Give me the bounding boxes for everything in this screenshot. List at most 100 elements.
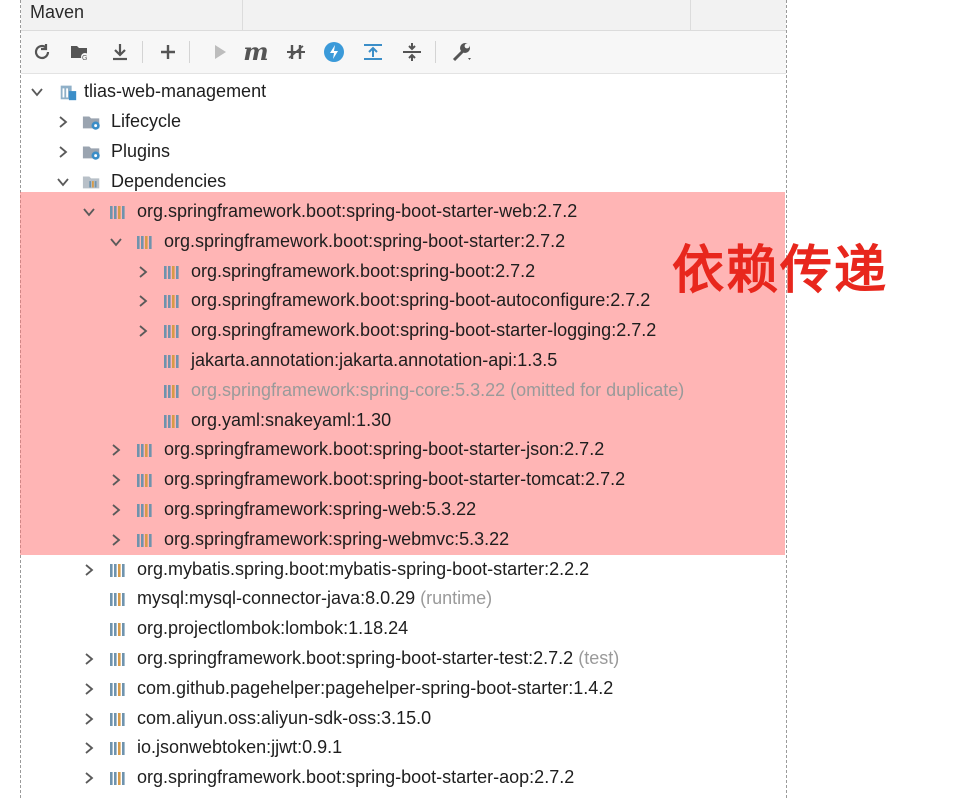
library-icon [108, 649, 128, 669]
dependency-item[interactable]: org.springframework.boot:spring-boot-sta… [0, 197, 765, 227]
dependency-item[interactable]: org.yaml:snakeyaml:1.30 [0, 406, 765, 436]
tree-item-plugins[interactable]: Plugins [0, 137, 765, 167]
chevron-down-icon[interactable] [56, 175, 70, 189]
chevron-right-icon[interactable] [56, 115, 70, 129]
maven-project-icon [58, 82, 78, 102]
chevron-right-icon[interactable] [109, 533, 123, 547]
tree-item-lifecycle[interactable]: Lifecycle [0, 107, 765, 137]
chevron-right-icon[interactable] [109, 473, 123, 487]
chevron-right-icon[interactable] [82, 652, 96, 666]
tree-item-label: tlias-web-management [84, 81, 267, 101]
scope-tag: (omitted for duplicate) [505, 380, 685, 400]
folder-icon[interactable]: G [67, 39, 93, 65]
chevron-down-icon[interactable] [30, 85, 44, 99]
dependency-item[interactable]: org.springframework.boot:spring-boot:2.7… [0, 257, 765, 287]
library-icon [108, 560, 128, 580]
toolbar-separator [189, 41, 190, 63]
library-icon [135, 470, 155, 490]
scope-tag: (test) [573, 648, 620, 668]
dependency-item[interactable]: org.springframework.boot:spring-boot-sta… [0, 644, 765, 674]
dependency-item[interactable]: org.springframework.boot:spring-boot-sta… [0, 763, 765, 793]
tree-item-label: Lifecycle [111, 111, 182, 131]
tree-item-label: mysql:mysql-connector-java:8.0.29 (runti… [137, 588, 493, 608]
tree-item-root[interactable]: tlias-web-management [0, 77, 765, 107]
tree-item-label: com.github.pagehelper:pagehelper-spring-… [137, 678, 614, 698]
chevron-right-icon[interactable] [56, 145, 70, 159]
maven-icon[interactable]: m [243, 39, 269, 65]
dependency-item[interactable]: org.springframework.boot:spring-boot-sta… [0, 435, 765, 465]
library-icon [162, 291, 182, 311]
library-icon [108, 679, 128, 699]
header-divider [690, 0, 691, 30]
run-icon[interactable] [207, 39, 233, 65]
dependency-item[interactable]: org.springframework.boot:spring-boot-aut… [0, 286, 765, 316]
dependency-item[interactable]: io.jsonwebtoken:jjwt:0.9.1 [0, 733, 765, 763]
tree-item-label: Dependencies [111, 171, 227, 191]
dependency-item[interactable]: com.github.pagehelper:pagehelper-spring-… [0, 674, 765, 704]
dependency-item[interactable]: jakarta.annotation:jakarta.annotation-ap… [0, 346, 765, 376]
tree-item-label: org.yaml:snakeyaml:1.30 [191, 410, 392, 430]
tree-item-label: org.springframework.boot:spring-boot:2.7… [191, 261, 536, 281]
dependency-item[interactable]: org.mybatis.spring.boot:mybatis-spring-b… [0, 555, 765, 585]
dependencies-icon [82, 172, 102, 192]
maven-toolbar: G m [21, 31, 786, 74]
dependency-item[interactable]: org.springframework.boot:spring-boot-sta… [0, 465, 765, 495]
library-icon [135, 500, 155, 520]
chevron-down-icon[interactable] [82, 205, 96, 219]
scope-tag: (runtime) [415, 588, 493, 608]
tree-item-label: org.springframework:spring-webmvc:5.3.22 [164, 529, 510, 549]
collapse-all-icon[interactable] [399, 39, 425, 65]
dependency-item[interactable]: org.springframework:spring-core:5.3.22 (… [0, 376, 765, 406]
library-icon [135, 232, 155, 252]
tree-item-label: com.aliyun.oss:aliyun-sdk-oss:3.15.0 [137, 708, 432, 728]
chevron-right-icon[interactable] [82, 563, 96, 577]
dependency-item[interactable]: org.projectlombok:lombok:1.18.24 [0, 614, 765, 644]
chevron-right-icon[interactable] [136, 294, 150, 308]
library-icon [162, 351, 182, 371]
library-icon [162, 381, 182, 401]
dependency-item[interactable]: org.springframework:spring-webmvc:5.3.22 [0, 525, 765, 555]
chevron-right-icon[interactable] [109, 503, 123, 517]
dependency-item[interactable]: mysql:mysql-connector-java:8.0.29 (runti… [0, 584, 765, 614]
tree-item-label: org.springframework.boot:spring-boot-sta… [137, 648, 620, 668]
chevron-right-icon[interactable] [82, 741, 96, 755]
tree-item-label: org.mybatis.spring.boot:mybatis-spring-b… [137, 559, 590, 579]
tree-item-label: org.springframework:spring-core:5.3.22 (… [191, 380, 685, 400]
lifecycle-icon [82, 112, 102, 132]
library-icon [162, 411, 182, 431]
library-icon [135, 530, 155, 550]
dependency-item[interactable]: org.springframework.boot:spring-boot-sta… [0, 316, 765, 346]
library-icon [108, 709, 128, 729]
settings-icon[interactable] [449, 39, 475, 65]
tree-item-label: org.springframework.boot:spring-boot-aut… [191, 290, 651, 310]
library-icon [108, 738, 128, 758]
maven-goal-label: m [243, 37, 269, 66]
tree-item-label: org.projectlombok:lombok:1.18.24 [137, 618, 409, 638]
svg-text:G: G [82, 55, 87, 62]
annotation-stamp: 依赖传递 [672, 241, 889, 301]
tree-item-dependencies[interactable]: Dependencies [0, 167, 765, 197]
library-icon [162, 262, 182, 282]
dependency-item[interactable]: org.springframework:spring-web:5.3.22 [0, 495, 765, 525]
library-icon [108, 619, 128, 639]
download-icon[interactable] [107, 39, 133, 65]
tree-item-label: io.jsonwebtoken:jjwt:0.9.1 [137, 737, 343, 757]
add-icon[interactable] [155, 39, 181, 65]
refresh-icon[interactable] [29, 39, 55, 65]
expand-all-icon[interactable] [360, 39, 386, 65]
library-icon [162, 321, 182, 341]
chevron-right-icon[interactable] [109, 443, 123, 457]
dependency-item[interactable]: com.aliyun.oss:aliyun-sdk-oss:3.15.0 [0, 704, 765, 734]
skip-tests-icon[interactable] [283, 39, 309, 65]
offline-icon[interactable] [321, 39, 347, 65]
tree-item-label: org.springframework.boot:spring-boot-sta… [137, 767, 575, 787]
chevron-right-icon[interactable] [82, 771, 96, 785]
chevron-right-icon[interactable] [82, 712, 96, 726]
chevron-right-icon[interactable] [136, 265, 150, 279]
dependency-item[interactable]: org.springframework.boot:spring-boot-sta… [0, 227, 765, 257]
chevron-right-icon[interactable] [82, 682, 96, 696]
chevron-right-icon[interactable] [136, 324, 150, 338]
tree-item-label: jakarta.annotation:jakarta.annotation-ap… [191, 350, 558, 370]
chevron-down-icon[interactable] [109, 235, 123, 249]
tree-item-label: org.springframework.boot:spring-boot-sta… [164, 439, 605, 459]
